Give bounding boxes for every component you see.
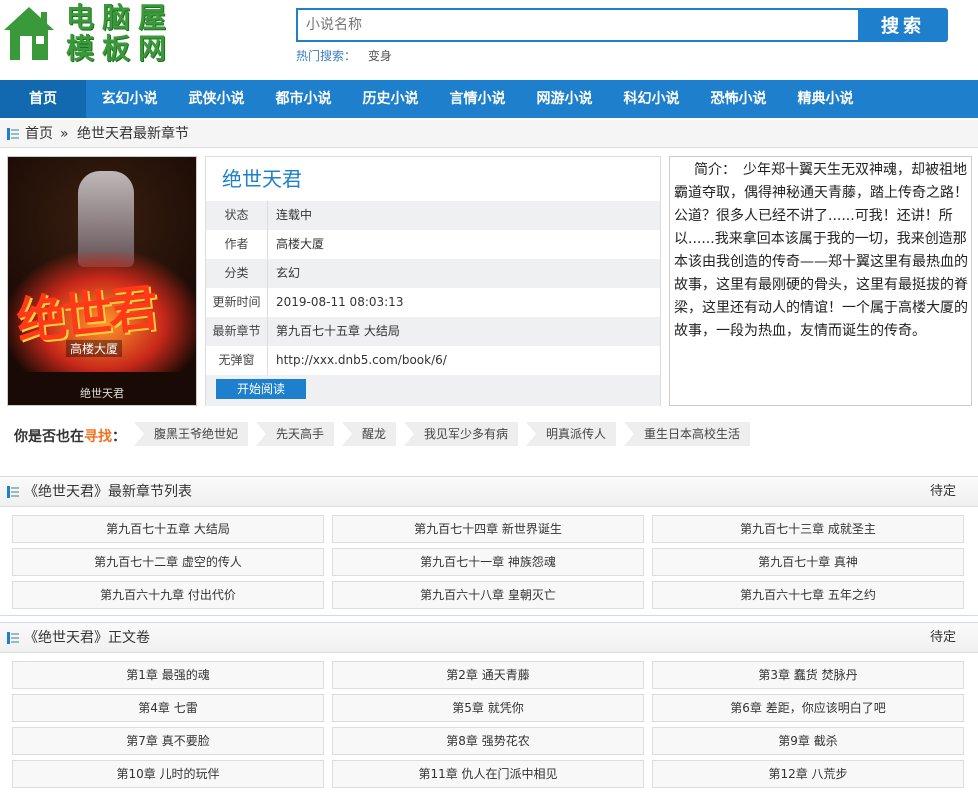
chapter-link[interactable]: 第10章 儿时的玩伴 xyxy=(12,760,324,788)
info-key: 最新章节 xyxy=(206,317,268,346)
nav-kongbu[interactable]: 恐怖小说 xyxy=(695,80,782,118)
info-row-category: 分类 玄幻 xyxy=(206,259,660,288)
latest-chapters-panel: 《绝世天君》最新章节列表 待定 第九百七十五章 大结局 第九百七十四章 新世界诞… xyxy=(0,476,978,616)
nav-yanqing[interactable]: 言情小说 xyxy=(434,80,521,118)
nav-lishi[interactable]: 历史小说 xyxy=(347,80,434,118)
info-row-status: 状态 连载中 xyxy=(206,201,660,230)
info-value[interactable]: 高楼大厦 xyxy=(276,230,324,259)
header: 电脑屋 模板网 搜索 热门搜索： 变身 xyxy=(0,0,978,80)
site-logo[interactable]: 电脑屋 模板网 xyxy=(0,0,200,70)
chapter-link[interactable]: 第九百七十二章 虚空的传人 xyxy=(12,548,324,576)
breadcrumb: 首页 » 绝世天君最新章节 xyxy=(0,120,978,148)
info-key: 作者 xyxy=(206,230,268,259)
chapter-link[interactable]: 第2章 通天青藤 xyxy=(332,661,644,689)
info-row-latest: 最新章节 第九百七十五章 大结局 xyxy=(206,317,660,346)
cover-subtitle: 高楼大厦 xyxy=(66,340,123,357)
nav-wuxia[interactable]: 武侠小说 xyxy=(173,80,260,118)
chapter-link[interactable]: 第9章 截杀 xyxy=(652,727,964,755)
info-value: 连载中 xyxy=(276,208,313,222)
related-label-prefix: 你是否也在 xyxy=(14,429,84,445)
related-tag[interactable]: 重生日本高校生活 xyxy=(624,422,751,446)
chapter-link[interactable]: 第九百七十一章 神族怨魂 xyxy=(332,548,644,576)
info-row-updated: 更新时间 2019-08-11 08:03:13 xyxy=(206,288,660,317)
hot-search-label: 热门搜索： xyxy=(296,49,357,63)
book-title[interactable]: 绝世天君 xyxy=(222,163,302,192)
panel-right-label: 待定 xyxy=(929,630,956,645)
nav-xuanhuan[interactable]: 玄幻小说 xyxy=(86,80,173,118)
search-bar: 搜索 xyxy=(296,8,948,42)
info-key: 更新时间 xyxy=(206,288,268,317)
chapter-link[interactable]: 第九百六十八章 皇朝灭亡 xyxy=(332,581,644,609)
related-tag[interactable]: 腹黑王爷绝世妃 xyxy=(134,422,249,446)
start-reading-button[interactable]: 开始阅读 xyxy=(216,379,306,399)
list-icon xyxy=(7,128,19,140)
book-url-link[interactable]: http://xxx.dnb5.com/book/6/ xyxy=(276,346,447,375)
book-info: 绝世天君 状态 连载中 作者 高楼大厦 分类 玄幻 更新时间 2019-08-1… xyxy=(205,156,661,406)
main-nav: 首页 玄幻小说 武侠小说 都市小说 历史小说 言情小说 网游小说 科幻小说 恐怖… xyxy=(0,80,978,118)
info-key: 状态 xyxy=(206,201,268,230)
chapter-link[interactable]: 第8章 强势花农 xyxy=(332,727,644,755)
chapter-link[interactable]: 第九百七十五章 大结局 xyxy=(12,515,324,543)
book-cover[interactable]: 绝世君 高楼大厦 绝世天君 xyxy=(7,156,197,406)
breadcrumb-home[interactable]: 首页 xyxy=(25,120,53,148)
chapter-link[interactable]: 第九百六十九章 付出代价 xyxy=(12,581,324,609)
info-row-action: 开始阅读 xyxy=(206,375,660,406)
chapter-link[interactable]: 第九百七十三章 成就圣主 xyxy=(652,515,964,543)
cover-author: 绝世天君 xyxy=(80,387,124,400)
chapter-link[interactable]: 第九百七十章 真神 xyxy=(652,548,964,576)
nav-dushi[interactable]: 都市小说 xyxy=(260,80,347,118)
logo-line1: 电脑屋 xyxy=(66,1,175,34)
nav-kehuan[interactable]: 科幻小说 xyxy=(608,80,695,118)
breadcrumb-separator: » xyxy=(60,126,69,142)
hot-search: 热门搜索： 变身 xyxy=(296,47,392,64)
logo-line2: 模板网 xyxy=(66,32,175,65)
list-icon xyxy=(7,632,19,644)
panel-header: 《绝世天君》最新章节列表 待定 xyxy=(0,477,978,507)
chapter-link[interactable]: 第7章 真不要脸 xyxy=(12,727,324,755)
chapter-link[interactable]: 第4章 七雷 xyxy=(12,694,324,722)
info-key: 无弹窗 xyxy=(206,346,268,375)
chapter-link[interactable]: 第6章 差距，你应该明白了吧 xyxy=(652,694,964,722)
info-value[interactable]: 玄幻 xyxy=(276,259,300,288)
panel-title: 《绝世天君》正文卷 xyxy=(24,630,150,646)
panel-header: 《绝世天君》正文卷 待定 xyxy=(0,623,978,653)
info-value: 2019-08-11 08:03:13 xyxy=(276,295,404,309)
search-input[interactable] xyxy=(296,8,858,42)
search-button[interactable]: 搜索 xyxy=(858,8,948,42)
related-tag[interactable]: 醒龙 xyxy=(342,422,397,446)
nav-jingdian[interactable]: 精典小说 xyxy=(782,80,869,118)
related-tag[interactable]: 明真派传人 xyxy=(526,422,617,446)
chapter-link[interactable]: 第九百六十七章 五年之约 xyxy=(652,581,964,609)
nav-wangyou[interactable]: 网游小说 xyxy=(521,80,608,118)
nav-home[interactable]: 首页 xyxy=(0,80,86,118)
chapter-link[interactable]: 第11章 仇人在门派中相见 xyxy=(332,760,644,788)
related-label-highlight: 寻找 xyxy=(84,429,112,445)
panel-right-label: 待定 xyxy=(929,484,956,499)
chapter-link[interactable]: 第12章 八荒步 xyxy=(652,760,964,788)
house-icon xyxy=(4,7,54,60)
info-key: 分类 xyxy=(206,259,268,288)
breadcrumb-current: 绝世天君最新章节 xyxy=(77,126,189,142)
panel-title: 《绝世天君》最新章节列表 xyxy=(24,484,192,500)
chapter-link[interactable]: 第九百七十四章 新世界诞生 xyxy=(332,515,644,543)
chapter-link[interactable]: 第5章 就凭你 xyxy=(332,694,644,722)
chapter-link[interactable]: 第1章 最强的魂 xyxy=(12,661,324,689)
list-icon xyxy=(7,486,19,498)
related-label-suffix: ： xyxy=(112,429,126,445)
info-row-url: 无弹窗 http://xxx.dnb5.com/book/6/ xyxy=(206,346,660,375)
related-tag[interactable]: 我见军少多有病 xyxy=(404,422,519,446)
logo-text: 电脑屋 模板网 xyxy=(66,2,174,64)
volume-panel: 《绝世天君》正文卷 待定 第1章 最强的魂 第2章 通天青藤 第3章 蠢货 焚脉… xyxy=(0,622,978,796)
related-searches: 你是否也在寻找： 腹黑王爷绝世妃 先天高手 醒龙 我见军少多有病 明真派传人 重… xyxy=(0,418,978,450)
chapter-link[interactable]: 第3章 蠢货 焚脉丹 xyxy=(652,661,964,689)
info-row-author: 作者 高楼大厦 xyxy=(206,230,660,259)
book-intro: 简介： 少年郑十翼天生无双神魂，却被祖地霸道夺取，偶得神秘通天青藤，踏上传奇之路… xyxy=(669,156,972,406)
latest-chapter-link[interactable]: 第九百七十五章 大结局 xyxy=(276,317,400,346)
related-label: 你是否也在寻找： xyxy=(14,426,126,446)
hot-search-item[interactable]: 变身 xyxy=(368,49,392,63)
related-tag[interactable]: 先天高手 xyxy=(256,422,335,446)
